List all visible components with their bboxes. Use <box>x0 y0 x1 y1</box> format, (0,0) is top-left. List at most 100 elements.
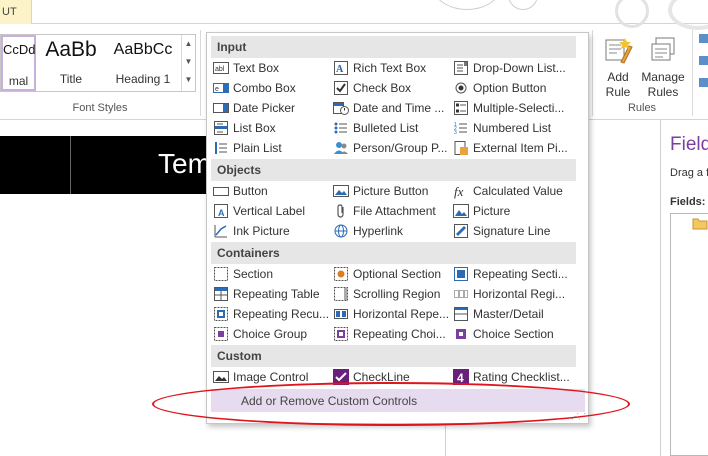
control-label: Section <box>233 267 274 281</box>
control-plain-list[interactable]: Plain List <box>213 138 331 158</box>
style-title-name: Title <box>59 72 83 86</box>
control-button[interactable]: Button <box>213 181 331 201</box>
control-repeating-section[interactable]: Repeating Secti... <box>453 264 571 284</box>
horizontal-region-icon <box>453 286 469 302</box>
ribbon-separator <box>200 30 201 116</box>
decorative-circle-large <box>432 0 502 10</box>
gallery-up-icon[interactable]: ▲ <box>182 35 195 53</box>
fields-tree[interactable] <box>670 213 708 456</box>
repeating-section-icon <box>453 266 469 282</box>
control-ink-picture[interactable]: Ink Picture <box>213 221 331 241</box>
control-option-button[interactable]: Option Button <box>453 78 571 98</box>
control-horizontal-region[interactable]: Horizontal Regi... <box>453 284 571 304</box>
add-remove-label: Add or Remove Custom Controls <box>241 394 418 408</box>
control-scrolling-region[interactable]: Scrolling Region <box>333 284 451 304</box>
control-hyperlink[interactable]: Hyperlink <box>333 221 451 241</box>
control-label: Plain List <box>233 141 282 155</box>
person-group-icon <box>333 140 349 156</box>
control-file-attachment[interactable]: File Attachment <box>333 201 451 221</box>
form-title-text: Tem <box>158 148 211 179</box>
horizontal-repeating-icon <box>333 306 349 322</box>
rules-group-label: Rules <box>627 102 657 114</box>
ribbon-tab-label: UT <box>2 6 17 18</box>
control-master-detail[interactable]: Master/Detail <box>453 304 571 324</box>
control-image-control[interactable]: Image Control <box>213 367 331 387</box>
control-drop-down-list[interactable]: Drop-Down List... <box>453 58 571 78</box>
picture-icon <box>453 203 469 219</box>
control-text-box[interactable]: abl Text Box <box>213 58 331 78</box>
control-label: Picture Button <box>353 184 429 198</box>
control-signature-line[interactable]: Signature Line <box>453 221 571 241</box>
control-repeating-choice[interactable]: Repeating Choi... <box>333 324 451 344</box>
gallery-scroll: ▲ ▼ ▼ <box>181 35 195 91</box>
add-remove-custom-controls-button[interactable]: Add or Remove Custom Controls <box>211 389 585 412</box>
control-rating-checklist[interactable]: 4 Rating Checklist... <box>453 367 571 387</box>
control-choice-section[interactable]: Choice Section <box>453 324 571 344</box>
control-repeating-table[interactable]: Repeating Table <box>213 284 331 304</box>
control-picture[interactable]: Picture <box>453 201 571 221</box>
control-combo-box[interactable]: e Combo Box <box>213 78 331 98</box>
mini-rule-icon[interactable] <box>699 56 708 65</box>
vertical-label-icon: A <box>213 203 229 219</box>
category-header-objects: Objects <box>211 159 576 181</box>
list-box-icon <box>213 120 229 136</box>
control-label: File Attachment <box>353 204 436 218</box>
mini-rule-icon[interactable] <box>699 34 708 43</box>
control-date-picker[interactable]: Date Picker <box>213 98 331 118</box>
repeating-choice-icon <box>333 326 349 342</box>
folder-icon[interactable] <box>692 217 708 230</box>
control-label: Date and Time ... <box>353 101 445 115</box>
style-heading-1[interactable]: AaBbCc Heading 1 <box>104 35 182 91</box>
multiple-selection-icon <box>453 100 469 116</box>
control-label: Numbered List <box>473 121 552 135</box>
control-numbered-list[interactable]: 123 Numbered List <box>453 118 571 138</box>
control-horizontal-repeating[interactable]: Horizontal Repe... <box>333 304 451 324</box>
control-picture-button[interactable]: Picture Button <box>333 181 451 201</box>
option-button-icon <box>453 80 469 96</box>
control-label: Choice Section <box>473 327 554 341</box>
fields-pane-title: Field <box>670 134 708 155</box>
control-bulleted-list[interactable]: Bulleted List <box>333 118 451 138</box>
gallery-more-icon[interactable]: ▼ <box>182 71 195 89</box>
picture-button-icon <box>333 183 349 199</box>
control-label: Image Control <box>233 370 309 384</box>
control-person-group[interactable]: Person/Group P... <box>333 138 451 158</box>
control-repeating-recursive[interactable]: Repeating Recu... <box>213 304 331 324</box>
check-box-icon <box>333 80 349 96</box>
control-list-box[interactable]: List Box <box>213 118 331 138</box>
choice-section-icon <box>453 326 469 342</box>
style-normal[interactable]: CcDd mal <box>1 35 36 91</box>
style-heading-1-name: Heading 1 <box>115 72 171 86</box>
resize-grip-icon[interactable]: ⋰⋰ <box>571 412 586 421</box>
category-header-input: Input <box>211 36 576 58</box>
control-rich-text-box[interactable]: A Rich Text Box <box>333 58 451 78</box>
style-normal-name: mal <box>8 74 29 88</box>
control-multiple-selection[interactable]: Multiple-Selecti... <box>453 98 571 118</box>
control-label: Picture <box>473 204 511 218</box>
date-time-icon <box>333 100 349 116</box>
svg-text:A: A <box>336 64 344 75</box>
gallery-down-icon[interactable]: ▼ <box>182 53 195 71</box>
control-optional-section[interactable]: Optional Section <box>333 264 451 284</box>
master-detail-icon <box>453 306 469 322</box>
control-external-item-picker[interactable]: External Item Pi... <box>453 138 571 158</box>
control-choice-group[interactable]: Choice Group <box>213 324 331 344</box>
manage-rules-button[interactable]: Manage Rules <box>640 36 686 100</box>
mini-rule-icon[interactable] <box>699 78 708 87</box>
ribbon-tab-layout[interactable]: UT <box>0 0 32 24</box>
fields-pane-description: Drag a f <box>670 167 708 179</box>
control-check-box[interactable]: Check Box <box>333 78 451 98</box>
bulleted-list-icon <box>333 120 349 136</box>
repeating-recursive-icon <box>213 306 229 322</box>
control-checkline[interactable]: CheckLine <box>333 367 451 387</box>
add-rule-button[interactable]: Add Rule <box>598 36 638 100</box>
control-date-time[interactable]: Date and Time ... <box>333 98 451 118</box>
manage-rules-icon <box>651 37 675 61</box>
manage-rules-label: Manage Rules <box>641 70 685 99</box>
control-section[interactable]: Section <box>213 264 331 284</box>
control-label: Button <box>233 184 268 198</box>
style-title[interactable]: AaBb Title <box>38 35 104 91</box>
control-calculated-value[interactable]: fx Calculated Value <box>453 181 571 201</box>
control-vertical-label[interactable]: A Vertical Label <box>213 201 331 221</box>
category-header-containers: Containers <box>211 242 576 264</box>
